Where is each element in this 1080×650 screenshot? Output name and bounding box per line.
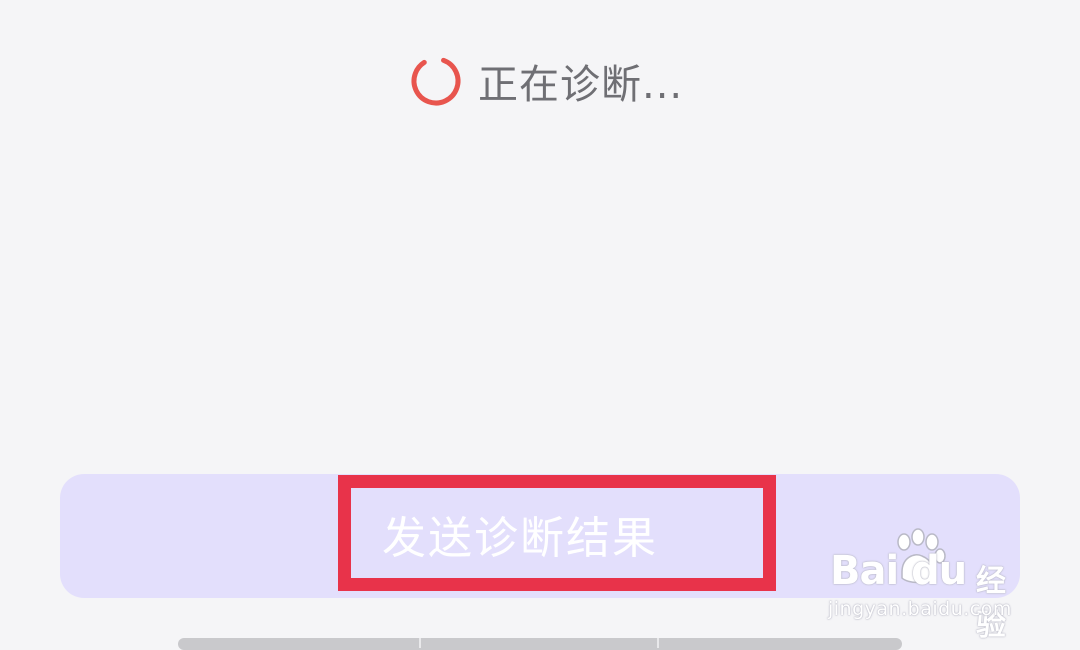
- send-button-label: 发送诊断结果: [382, 513, 658, 564]
- nav-bar-divider: [657, 638, 659, 648]
- nav-bar-segment-left: [178, 638, 420, 650]
- status-text: 正在诊断...: [478, 62, 684, 108]
- loading-spinner-icon: [411, 56, 461, 106]
- nav-bar-segment-middle: [420, 638, 658, 650]
- watermark-url: jingyan.baidu.com: [828, 598, 1012, 620]
- send-diagnosis-result-button[interactable]: 发送诊断结果: [60, 474, 1020, 598]
- nav-bar-divider: [419, 638, 421, 648]
- nav-bar-segment-right: [658, 638, 902, 650]
- diagnosis-status: 正在诊断...: [408, 52, 683, 110]
